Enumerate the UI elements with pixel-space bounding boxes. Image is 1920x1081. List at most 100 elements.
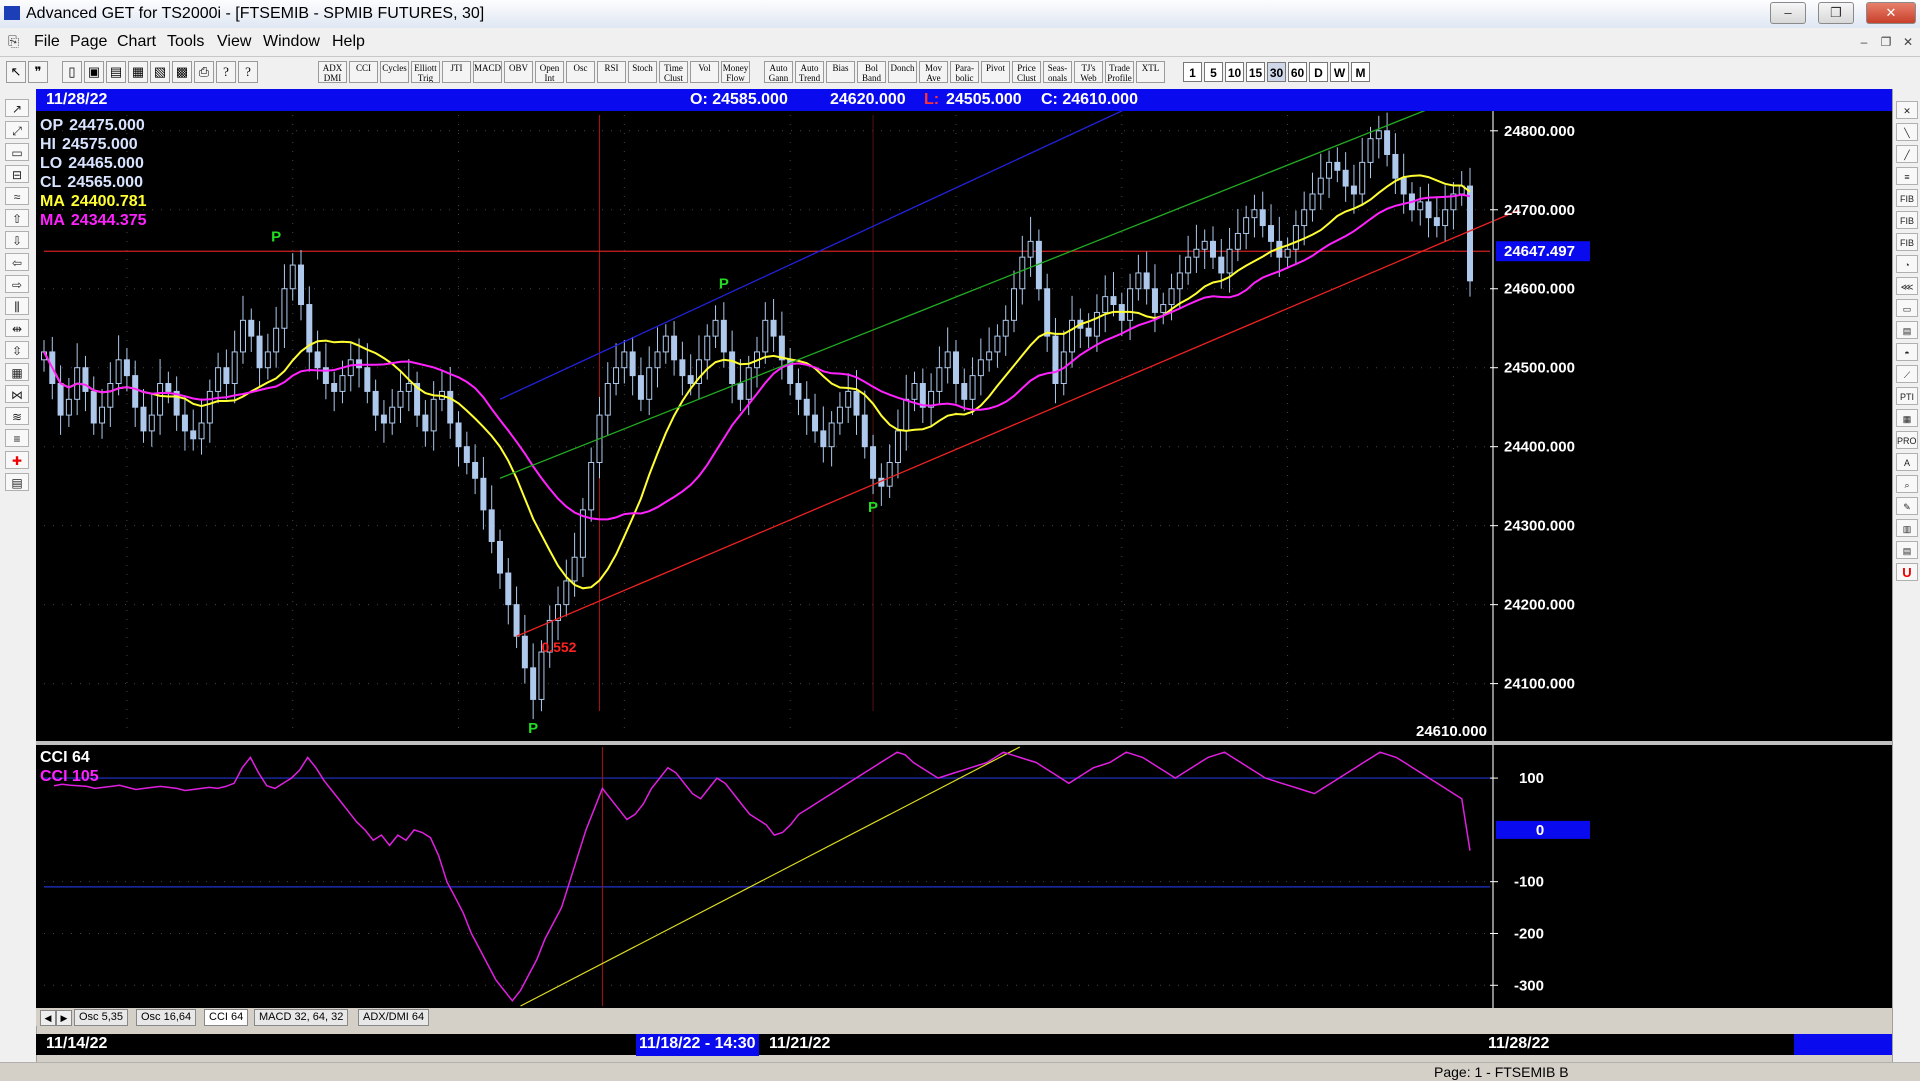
right-tool-14-icon[interactable]: PTI xyxy=(1896,387,1918,405)
right-tool-5-icon[interactable]: FIB xyxy=(1896,189,1918,207)
left-tool-14-icon[interactable]: ⋈ xyxy=(5,385,29,403)
restore-button[interactable]: ❐ xyxy=(1818,2,1854,24)
period-button-1[interactable]: 1 xyxy=(1183,62,1202,82)
tab-cci-64[interactable]: CCI 64 xyxy=(204,1009,249,1026)
study-button-mov-ave[interactable]: Mov Ave xyxy=(919,61,948,83)
left-tool-9-icon[interactable]: ⇨ xyxy=(5,275,29,293)
study-button-xtl[interactable]: XTL xyxy=(1136,61,1165,83)
price-chart[interactable]: P P P P 0.552 24800.000 24700.000 24600.000 2450… xyxy=(36,111,1892,741)
study-button-pivot[interactable]: Pivot xyxy=(981,61,1010,83)
paste-icon[interactable]: ▧ xyxy=(150,61,170,83)
menu-window[interactable]: Window xyxy=(263,33,320,51)
tab-osc-16-64[interactable]: Osc 16,64 xyxy=(136,1009,197,1026)
study-button-adx-dmi[interactable]: ADX DMI xyxy=(318,61,347,83)
period-button-60[interactable]: 60 xyxy=(1288,62,1307,82)
left-tool-15-icon[interactable]: ≋ xyxy=(5,407,29,425)
mdi-restore-button[interactable]: ❐ xyxy=(1876,34,1896,50)
right-tool-8-icon[interactable]: ◔ xyxy=(1896,255,1918,273)
study-button-obv[interactable]: OBV xyxy=(504,61,533,83)
study-button-time-clust[interactable]: Time Clust xyxy=(659,61,688,83)
cci-chart-svg[interactable]: 100 -100 -200 -300 0 xyxy=(36,745,1892,1008)
study-button-donch[interactable]: Donch xyxy=(888,61,917,83)
study-button-cycles[interactable]: Cycles xyxy=(380,61,409,83)
mdi-minimize-button[interactable]: – xyxy=(1854,34,1874,50)
left-tool-13-icon[interactable]: ▦ xyxy=(5,363,29,381)
mdi-close-button[interactable]: ✕ xyxy=(1898,34,1918,50)
pointer-icon[interactable]: ↖ xyxy=(6,61,26,83)
study-button-osc[interactable]: Osc xyxy=(566,61,595,83)
new-page-icon[interactable]: ▯ xyxy=(62,61,82,83)
tab-scroll-right-icon[interactable]: ▶ xyxy=(56,1010,72,1026)
study-button-vol[interactable]: Vol xyxy=(690,61,719,83)
copy-icon[interactable]: ▦ xyxy=(128,61,148,83)
left-tool-11-icon[interactable]: ⇹ xyxy=(5,319,29,337)
period-button-m[interactable]: M xyxy=(1351,62,1370,82)
left-tool-8-icon[interactable]: ⇦ xyxy=(5,253,29,271)
right-tool-6-icon[interactable]: FIB xyxy=(1896,211,1918,229)
study-button-seas-onals[interactable]: Seas-onals xyxy=(1043,61,1072,83)
menu-page[interactable]: Page xyxy=(70,33,107,51)
right-tool-9-icon[interactable]: ⋘ xyxy=(1896,277,1918,295)
cci-chart[interactable]: 100 -100 -200 -300 0 CCI 64 CCI 105 xyxy=(36,745,1892,1008)
left-tool-16-icon[interactable]: ≡ xyxy=(5,429,29,447)
menu-help[interactable]: Help xyxy=(332,33,365,51)
quote-icon[interactable]: ❞ xyxy=(28,61,48,83)
right-tool-10-icon[interactable]: ▭ xyxy=(1896,299,1918,317)
study-button-elliott-trig[interactable]: Elliott Trig xyxy=(411,61,440,83)
study-button-macd[interactable]: MACD xyxy=(473,61,502,83)
right-tool-17-icon[interactable]: A xyxy=(1896,453,1918,471)
tab-osc-5-35[interactable]: Osc 5,35 xyxy=(74,1009,129,1026)
study-button-tj-s-web[interactable]: TJ's Web xyxy=(1074,61,1103,83)
hint-icon[interactable]: ? xyxy=(216,61,236,83)
right-tool-21-icon[interactable]: ▤ xyxy=(1896,541,1918,559)
menu-tools[interactable]: Tools xyxy=(167,33,204,51)
study-button-cci[interactable]: CCI xyxy=(349,61,378,83)
right-tool-15-icon[interactable]: ▦ xyxy=(1896,409,1918,427)
study-button-bol-band[interactable]: Bol Band xyxy=(857,61,886,83)
study-button-bias[interactable]: Bias xyxy=(826,61,855,83)
price-chart-svg[interactable]: P P P P 0.552 24800.000 24700.000 24600.000 2450… xyxy=(36,111,1892,741)
left-tool-7-icon[interactable]: ⇩ xyxy=(5,231,29,249)
left-tool-1-icon[interactable]: ↗ xyxy=(5,99,29,117)
tab-scroll-left-icon[interactable]: ◀ xyxy=(40,1010,56,1026)
right-tool-16-icon[interactable]: PROB xyxy=(1896,431,1918,449)
right-tool-2-icon[interactable]: ╲ xyxy=(1896,123,1918,141)
save-icon[interactable]: ▤ xyxy=(106,61,126,83)
period-button-w[interactable]: W xyxy=(1330,62,1349,82)
menu-file[interactable]: File xyxy=(34,33,60,51)
close-button[interactable]: ✕ xyxy=(1866,2,1916,24)
right-tool-22-icon[interactable]: U xyxy=(1896,563,1918,581)
right-tool-20-icon[interactable]: ▥ xyxy=(1896,519,1918,537)
left-tool-6-icon[interactable]: ⇧ xyxy=(5,209,29,227)
right-tool-19-icon[interactable]: ✎ xyxy=(1896,497,1918,515)
left-tool-4-icon[interactable]: ⊟ xyxy=(5,165,29,183)
period-button-15[interactable]: 15 xyxy=(1246,62,1265,82)
tab-adx-dmi-64[interactable]: ADX/DMI 64 xyxy=(358,1009,430,1026)
period-button-30[interactable]: 30 xyxy=(1267,62,1286,82)
left-tool-2-icon[interactable]: ⤢ xyxy=(5,121,29,139)
left-tool-12-icon[interactable]: ⇳ xyxy=(5,341,29,359)
period-button-5[interactable]: 5 xyxy=(1204,62,1223,82)
menu-chart[interactable]: Chart xyxy=(117,33,156,51)
study-button-price-clust[interactable]: Price Clust xyxy=(1012,61,1041,83)
open-icon[interactable]: ▣ xyxy=(84,61,104,83)
study-button-trade-profile[interactable]: Trade Profile xyxy=(1105,61,1134,83)
period-button-10[interactable]: 10 xyxy=(1225,62,1244,82)
left-tool-10-icon[interactable]: ⫼ xyxy=(5,297,29,315)
grid-icon[interactable]: ▩ xyxy=(172,61,192,83)
period-button-d[interactable]: D xyxy=(1309,62,1328,82)
tab-macd-32-64-32[interactable]: MACD 32, 64, 32 xyxy=(254,1009,349,1026)
study-button-jti[interactable]: JTI xyxy=(442,61,471,83)
study-button-para-bolic[interactable]: Para-bolic xyxy=(950,61,979,83)
right-tool-11-icon[interactable]: ▤ xyxy=(1896,321,1918,339)
study-button-auto-trend[interactable]: Auto Trend xyxy=(795,61,824,83)
right-tool-18-icon[interactable]: ⌕ xyxy=(1896,475,1918,493)
study-button-stoch[interactable]: Stoch xyxy=(628,61,657,83)
study-button-money-flow[interactable]: Money Flow xyxy=(721,61,750,83)
left-tool-18-icon[interactable]: ▤ xyxy=(5,473,29,491)
minimize-button[interactable]: – xyxy=(1770,2,1806,24)
help-icon[interactable]: ? xyxy=(238,61,258,83)
left-tool-17-icon[interactable]: ✚ xyxy=(5,451,29,469)
left-tool-5-icon[interactable]: ≈ xyxy=(5,187,29,205)
study-button-rsi[interactable]: RSI xyxy=(597,61,626,83)
